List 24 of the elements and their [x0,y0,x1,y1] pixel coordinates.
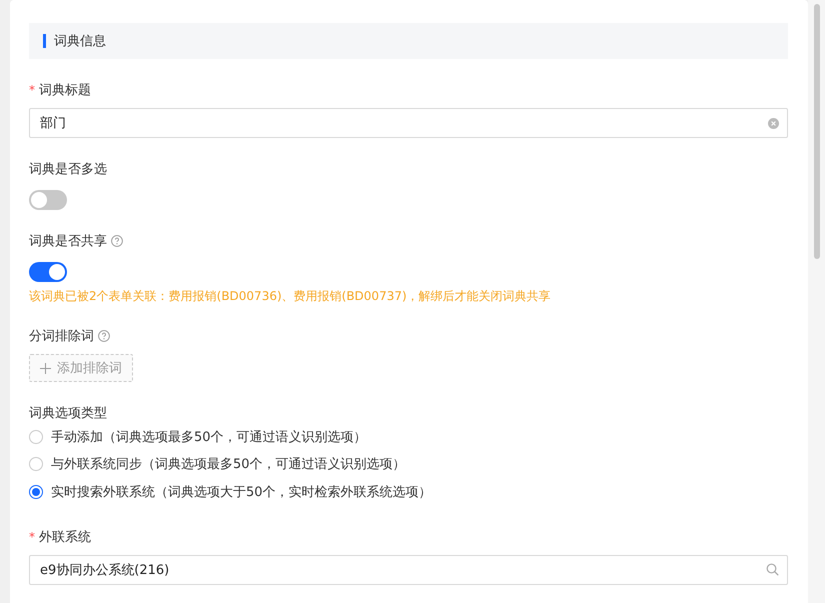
input-field[interactable]: 部门 [29,108,788,138]
toggle-switch[interactable] [29,190,67,210]
clear-icon[interactable] [768,118,779,128]
field-label: 外联系统 [39,528,91,546]
required-mark: * [29,83,35,97]
radio-button[interactable] [29,457,43,472]
required-mark: * [29,530,35,544]
field-label: 词典是否共享 [29,233,107,250]
field-label: 词典标题 [39,82,91,99]
radio-label[interactable]: 实时搜索外联系统（词典选项大于50个，实时检索外联系统选项） [51,482,432,501]
plus-icon [40,362,51,374]
radio-button[interactable] [29,484,43,499]
toggle-switch[interactable] [29,262,67,282]
search-icon[interactable] [766,563,779,576]
field-label: 词典选项类型 [29,405,107,422]
radio-button[interactable] [29,430,43,444]
scrollbar[interactable] [808,0,825,603]
field-label: 分词排除词 [29,328,94,345]
radio-label[interactable]: 手动添加（词典选项最多50个，可通过语义识别选项） [51,428,367,446]
field-label: 词典是否多选 [29,161,107,178]
radio-label[interactable]: 与外联系统同步（词典选项最多50个，可通过语义识别选项） [51,455,406,474]
section-title: 词典信息 [54,33,106,50]
search-field[interactable]: e9协同办公系统(216) [29,554,788,584]
warning-text: 该词典已被2个表单关联：费用报销(BD00736)、费用报销(BD00737)，解绑后才能关闭词典共享 [29,288,551,305]
